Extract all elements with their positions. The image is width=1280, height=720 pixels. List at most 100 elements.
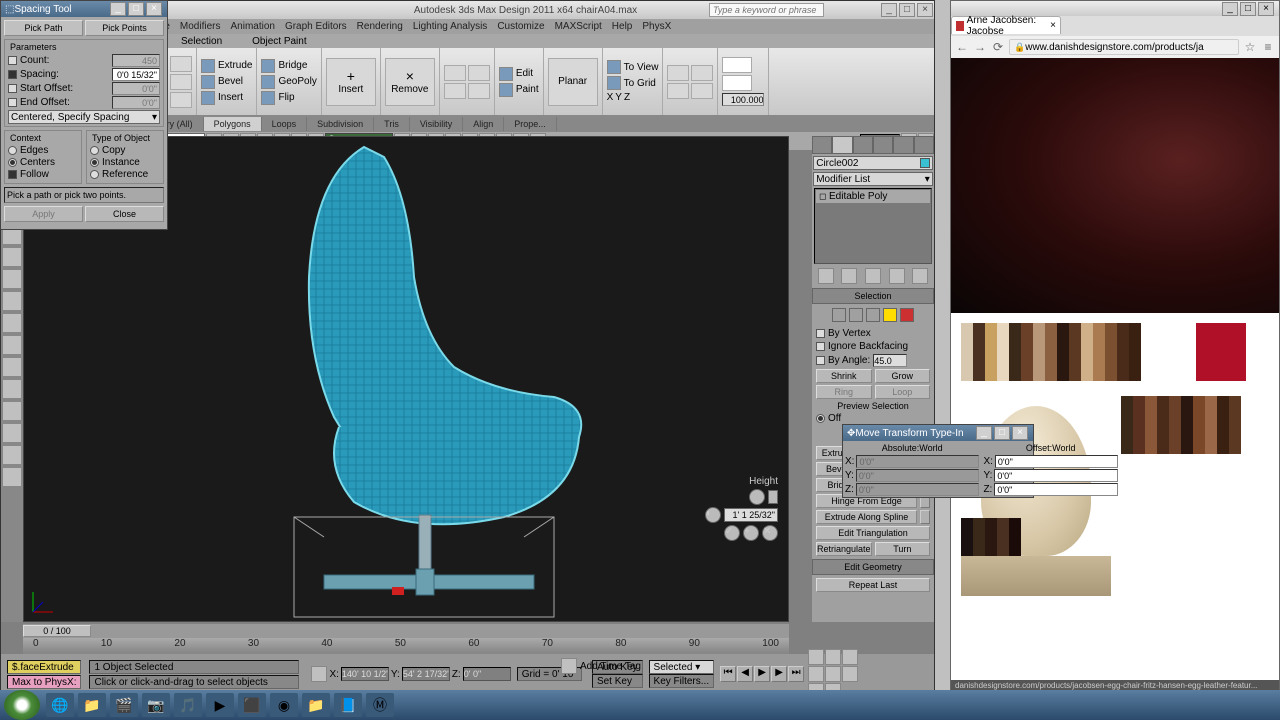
ribbon-pct[interactable] [722, 93, 764, 106]
left-tool[interactable] [2, 379, 22, 399]
ribbon-icon[interactable] [444, 83, 466, 99]
viewport-nav-button[interactable] [825, 649, 841, 665]
stack-pin-button[interactable] [818, 268, 834, 284]
menu-grapheditors[interactable]: Graph Editors [285, 21, 347, 32]
start-offset-spinner[interactable] [112, 82, 160, 95]
taskbar-app-icon[interactable]: 🎬 [110, 693, 138, 717]
menu-icon[interactable]: ≡ [1261, 40, 1275, 54]
btn-shrink[interactable]: Shrink [816, 369, 872, 383]
subobj-polygon[interactable] [883, 308, 897, 322]
add-time-tag-icon[interactable] [561, 658, 577, 674]
mt-close[interactable]: × [1012, 426, 1028, 440]
stack-config-button[interactable] [912, 268, 928, 284]
br-close[interactable]: × [1258, 2, 1274, 16]
viewport-nav-button[interactable] [842, 649, 858, 665]
modifier-list-dropdown[interactable]: Modifier List▾ [813, 172, 933, 186]
chk-by-vertex[interactable] [816, 329, 825, 338]
left-tool[interactable] [2, 445, 22, 465]
ribbon-icon[interactable] [667, 65, 689, 81]
goto-start-button[interactable]: ⏮ [720, 666, 736, 682]
help-search-input[interactable] [709, 3, 824, 17]
keymode-dropdown[interactable]: Selected ▾ [649, 660, 715, 674]
btn-extrude-spline[interactable]: Extrude Along Spline [816, 510, 917, 524]
pick-points-button[interactable]: Pick Points [85, 20, 164, 36]
prev-frame-button[interactable]: ◀ [737, 666, 753, 682]
ribbon-icon[interactable] [170, 92, 192, 108]
menu-modifiers[interactable]: Modifiers [180, 21, 221, 32]
tab-hierarchy[interactable] [853, 136, 873, 154]
ribbon-paint[interactable]: Paint [516, 84, 539, 95]
stack-show-button[interactable] [841, 268, 857, 284]
left-tool[interactable] [2, 401, 22, 421]
swatch-group-2[interactable] [1121, 396, 1241, 454]
ribbon-icon[interactable] [691, 65, 713, 81]
caddy-apply-button[interactable]: + [743, 525, 759, 541]
maxscript-mini-listener[interactable]: $.faceExtrude [7, 660, 81, 674]
subobj-border[interactable] [866, 308, 880, 322]
left-tool[interactable] [2, 467, 22, 487]
coord-y-input[interactable] [402, 667, 450, 681]
axis-x[interactable]: X [607, 92, 614, 103]
chk-end-offset[interactable] [8, 98, 17, 107]
chk-start-offset[interactable] [8, 84, 17, 93]
caddy-type-button[interactable] [749, 489, 765, 505]
stack-editable-poly[interactable]: ◻ Editable Poly [816, 190, 930, 203]
maximize-button[interactable]: □ [899, 3, 915, 17]
radio-reference[interactable] [90, 170, 99, 179]
ribbon-icon[interactable] [691, 83, 713, 99]
count-spinner[interactable] [112, 54, 160, 67]
move-typein-titlebar[interactable]: ✥ Move Transform Type-In _ □ × [843, 425, 1033, 441]
ribbon-bridge[interactable]: Bridge [278, 60, 307, 71]
axis-z[interactable]: Z [624, 92, 630, 103]
btn-turn[interactable]: Turn [875, 542, 930, 556]
menu-lighting[interactable]: Lighting Analysis [413, 21, 488, 32]
chk-by-angle[interactable] [816, 356, 825, 365]
ribbon-icon[interactable] [170, 56, 192, 72]
ribbon-toview[interactable]: To View [624, 62, 659, 73]
ribbon-flip[interactable]: Flip [278, 92, 294, 103]
left-tool[interactable] [2, 247, 22, 267]
chk-spacing[interactable] [8, 70, 17, 79]
subtab-subdivision[interactable]: Subdivision [307, 117, 374, 131]
spacing-mode-dropdown[interactable]: Centered, Specify Spacing▾ [8, 110, 160, 124]
btn-edit-tri[interactable]: Edit Triangulation [816, 526, 930, 540]
subtab-visibility[interactable]: Visibility [410, 117, 463, 131]
chk-count[interactable] [8, 56, 17, 65]
subtab-tris[interactable]: Tris [374, 117, 410, 131]
abs-z-input[interactable] [856, 483, 980, 496]
tab-display[interactable] [893, 136, 913, 154]
address-bar[interactable]: 🔒 www.danishdesignstore.com/products/ja [1009, 39, 1239, 55]
ribbon-geopoly[interactable]: GeoPoly [278, 76, 316, 87]
back-button[interactable]: ← [955, 40, 969, 54]
st-maximize[interactable]: □ [128, 2, 144, 16]
swatch-group[interactable] [961, 323, 1141, 381]
caddy-spinner-icon[interactable]: ◐ [705, 507, 721, 523]
radio-copy[interactable] [90, 146, 99, 155]
tab-motion[interactable] [873, 136, 893, 154]
goto-end-button[interactable]: ⏭ [788, 666, 804, 682]
ribbon-swatch[interactable] [722, 57, 752, 73]
bookmark-icon[interactable]: ☆ [1243, 40, 1257, 54]
left-tool[interactable] [2, 423, 22, 443]
ribbon-tab-selection[interactable]: Selection [181, 36, 222, 47]
tab-close-icon[interactable]: × [1050, 20, 1056, 31]
chk-follow[interactable] [8, 170, 17, 179]
tab-modify[interactable] [832, 136, 852, 154]
spacing-spinner[interactable] [112, 68, 160, 81]
menu-rendering[interactable]: Rendering [357, 21, 403, 32]
browser-tab[interactable]: Arne Jacobsen: Jacobse× [951, 16, 1061, 34]
tab-create[interactable] [812, 136, 832, 154]
time-ruler[interactable]: 0102030405060708090100 [23, 638, 789, 652]
subtab-align[interactable]: Align [463, 117, 504, 131]
webpage-content[interactable] [951, 58, 1279, 678]
stack-remove-button[interactable] [889, 268, 905, 284]
subobj-vertex[interactable] [832, 308, 846, 322]
radio-instance[interactable] [90, 158, 99, 167]
caddy-ok-button[interactable]: ✓ [724, 525, 740, 541]
ribbon-tab-objectpaint[interactable]: Object Paint [252, 36, 306, 47]
menu-physx[interactable]: PhysX [642, 21, 671, 32]
off-z-input[interactable] [994, 483, 1118, 496]
object-name-field[interactable]: Circle002 [813, 156, 933, 170]
subobj-element[interactable] [900, 308, 914, 322]
by-angle-spinner[interactable] [873, 354, 907, 367]
